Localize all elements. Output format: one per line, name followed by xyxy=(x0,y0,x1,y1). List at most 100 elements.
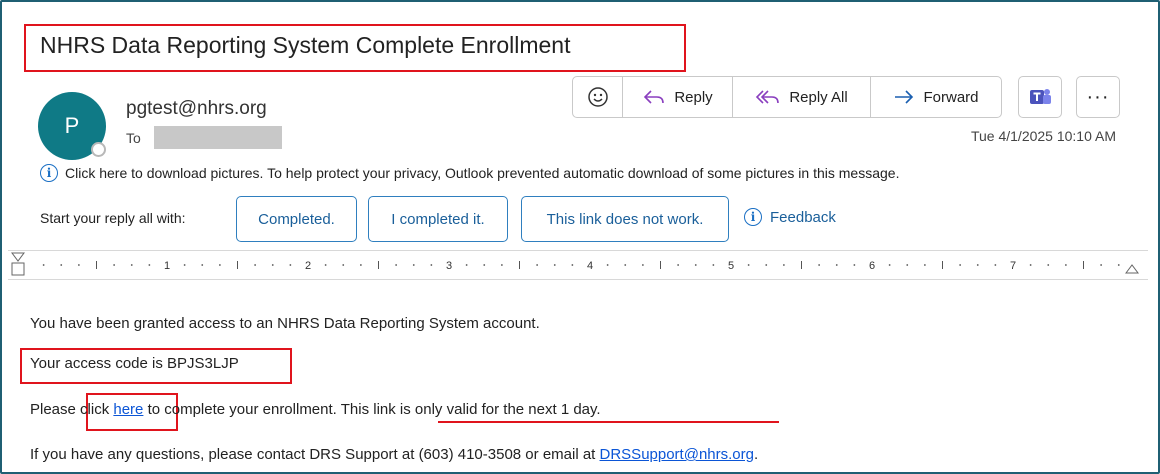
contact-text-after: . xyxy=(753,446,759,463)
ruler-dot xyxy=(1064,264,1067,266)
ruler-dot xyxy=(959,264,962,266)
body-line-contact: If you have any questions, please contac… xyxy=(30,446,758,463)
presence-status-icon xyxy=(91,142,106,157)
ruler-dot xyxy=(324,264,327,266)
ruler-dot xyxy=(765,264,768,266)
ruler-number: 1 xyxy=(164,260,170,272)
teams-share-button[interactable] xyxy=(1018,76,1062,118)
ruler-dot xyxy=(130,264,133,266)
to-label: To xyxy=(126,130,141,146)
suggested-reply-completed[interactable]: Completed. xyxy=(236,196,357,242)
ruler-dot xyxy=(641,264,644,266)
reply-button[interactable]: Reply xyxy=(623,77,733,117)
ruler-dot xyxy=(1029,264,1032,266)
ruler-dot xyxy=(923,264,926,266)
ruler-number: 6 xyxy=(869,260,875,272)
feedback-info-icon: i xyxy=(744,208,762,226)
validity-underline xyxy=(438,421,779,423)
ruler-dot xyxy=(536,264,539,266)
ruler-dot xyxy=(694,264,697,266)
more-options-button[interactable]: ··· xyxy=(1076,76,1120,118)
download-pictures-bar[interactable]: i Click here to download pictures. To he… xyxy=(40,164,899,182)
info-icon: i xyxy=(40,164,58,182)
ruler-dot xyxy=(712,264,715,266)
contact-text-before: If you have any questions, please contac… xyxy=(30,446,600,463)
ruler-dot xyxy=(218,264,221,266)
right-indent-marker-icon[interactable] xyxy=(1125,264,1139,274)
ruler-dot xyxy=(906,264,909,266)
enrollment-text-middle: to complete your enrollment. xyxy=(143,401,341,418)
enrollment-here-link[interactable]: here xyxy=(113,401,143,418)
ruler-dot xyxy=(201,264,204,266)
suggested-reply-i-completed-it[interactable]: I completed it. xyxy=(368,196,508,242)
received-date: Tue 4/1/2025 10:10 AM xyxy=(970,128,1116,144)
ruler-dot xyxy=(342,264,345,266)
body-line-access-code: Your access code is BPJS3LJP xyxy=(30,355,239,372)
ruler-dot xyxy=(571,264,574,266)
email-subject: NHRS Data Reporting System Complete Enro… xyxy=(40,32,571,58)
forward-arrow-icon xyxy=(895,90,914,104)
email-reading-pane: NHRS Data Reporting System Complete Enro… xyxy=(0,0,1160,474)
ruler-dot xyxy=(359,264,362,266)
body-line-enrollment: Please click here to complete your enrol… xyxy=(30,401,601,418)
ruler-dot xyxy=(976,264,979,266)
recipient-redacted xyxy=(154,126,282,149)
ruler-scale: 1 2 3 4 5 6 7 xyxy=(11,252,1139,276)
ruler-dot xyxy=(77,264,80,266)
ruler-dot xyxy=(430,264,433,266)
reply-all-label: Reply All xyxy=(789,88,848,106)
forward-button[interactable]: Forward xyxy=(871,77,1001,117)
download-pictures-text: Click here to download pictures. To help… xyxy=(65,165,900,181)
message-action-bar: Reply Reply All Forward xyxy=(572,76,1002,118)
reply-all-button[interactable]: Reply All xyxy=(733,77,871,117)
ruler-dot xyxy=(677,264,680,266)
feedback-label: Feedback xyxy=(770,208,836,226)
ruler-number: 5 xyxy=(728,260,734,272)
ruler-dot xyxy=(747,264,750,266)
ruler-dot xyxy=(60,264,63,266)
ruler-dot xyxy=(994,264,997,266)
avatar-initial: P xyxy=(64,113,80,138)
ruler-dot xyxy=(818,264,821,266)
body-line-access-granted: You have been granted access to an NHRS … xyxy=(30,315,540,332)
ruler-dot xyxy=(412,264,415,266)
ruler: 1 2 3 4 5 6 7 xyxy=(8,250,1148,280)
forward-label: Forward xyxy=(923,88,979,106)
ruler-dot xyxy=(183,264,186,266)
reply-label: Reply xyxy=(674,88,713,106)
reply-all-arrow-icon xyxy=(756,90,780,104)
ruler-dot xyxy=(148,264,151,266)
teams-icon xyxy=(1030,89,1051,104)
ruler-dot xyxy=(289,264,292,266)
ruler-dot xyxy=(271,264,274,266)
ruler-dot xyxy=(1047,264,1050,266)
ruler-dot xyxy=(553,264,556,266)
smiley-icon xyxy=(587,87,608,107)
ruler-number: 4 xyxy=(587,260,593,272)
ruler-dot xyxy=(113,264,116,266)
ruler-dot xyxy=(483,264,486,266)
ruler-dot xyxy=(888,264,891,266)
ruler-dot xyxy=(465,264,468,266)
reply-arrow-icon xyxy=(644,90,665,104)
ruler-dot xyxy=(853,264,856,266)
ruler-dot xyxy=(42,264,45,266)
feedback-button[interactable]: i Feedback xyxy=(744,208,836,226)
indent-marker-icon[interactable] xyxy=(11,252,25,276)
ruler-dot xyxy=(624,264,627,266)
enrollment-text-before: Please click xyxy=(30,401,114,418)
ruler-dot xyxy=(782,264,785,266)
ruler-dot xyxy=(395,264,398,266)
ruler-dot xyxy=(606,264,609,266)
sender-address[interactable]: pgtest@nhrs.org xyxy=(126,98,267,120)
support-email-link[interactable]: DRSSupport@nhrs.org xyxy=(600,446,754,463)
ruler-dot xyxy=(1100,264,1103,266)
ruler-dot xyxy=(1117,264,1120,266)
ruler-dot xyxy=(254,264,257,266)
suggested-reply-link-not-work[interactable]: This link does not work. xyxy=(521,196,729,242)
suggested-replies-label: Start your reply all with: xyxy=(40,210,186,226)
ruler-dot xyxy=(500,264,503,266)
emoji-react-button[interactable] xyxy=(573,77,623,117)
ruler-number: 3 xyxy=(446,260,452,272)
validity-text: This link is only valid for the next 1 d… xyxy=(340,401,601,418)
